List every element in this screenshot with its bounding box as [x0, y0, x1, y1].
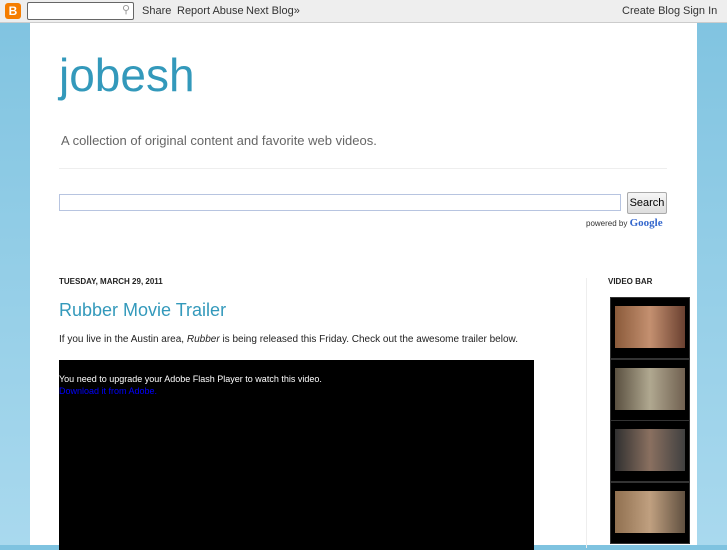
divider [59, 168, 667, 169]
search-icon[interactable]: ⚲ [122, 3, 130, 16]
video-bar-title: VIDEO BAR [608, 277, 653, 286]
next-blog-link[interactable]: Next Blog» [246, 5, 300, 17]
sign-in-link[interactable]: Sign In [683, 5, 717, 17]
blog-search-input[interactable] [59, 194, 621, 211]
video-thumbnail[interactable] [610, 420, 690, 482]
video-player[interactable]: You need to upgrade your Adobe Flash Pla… [59, 360, 534, 550]
report-abuse-link[interactable]: Report Abuse [177, 5, 244, 17]
page: jobesh A collection of original content … [30, 23, 697, 550]
body-text: If you live in the Austin area, [59, 334, 187, 345]
navbar: B ⚲ Share Report Abuse Next Blog» Create… [0, 0, 727, 23]
sidebar-divider [586, 278, 587, 548]
post-date: TUESDAY, MARCH 29, 2011 [59, 277, 163, 286]
blog-title[interactable]: jobesh [59, 48, 195, 102]
powered-label: powered by [586, 219, 628, 228]
video-thumbnail[interactable] [610, 297, 690, 359]
video-thumbnail[interactable] [610, 359, 690, 421]
google-logo: Google [629, 217, 663, 229]
share-link[interactable]: Share [142, 5, 171, 17]
search-button[interactable]: Search [627, 192, 667, 214]
create-blog-link[interactable]: Create Blog [622, 5, 680, 17]
post-body: If you live in the Austin area, Rubber i… [59, 334, 518, 345]
navbar-search-input[interactable]: ⚲ [27, 2, 134, 20]
blog-description: A collection of original content and fav… [61, 133, 377, 148]
powered-by-google: powered by Google [586, 217, 663, 229]
download-flash-link[interactable]: Download it from Adobe. [59, 386, 157, 396]
blogger-logo-icon[interactable]: B [5, 3, 21, 19]
video-thumbnail[interactable] [610, 482, 690, 544]
body-emphasis: Rubber [186, 334, 220, 345]
flash-message: You need to upgrade your Adobe Flash Pla… [59, 374, 322, 384]
body-text: is being released this Friday. Check out… [219, 334, 518, 345]
post-title[interactable]: Rubber Movie Trailer [59, 300, 226, 321]
